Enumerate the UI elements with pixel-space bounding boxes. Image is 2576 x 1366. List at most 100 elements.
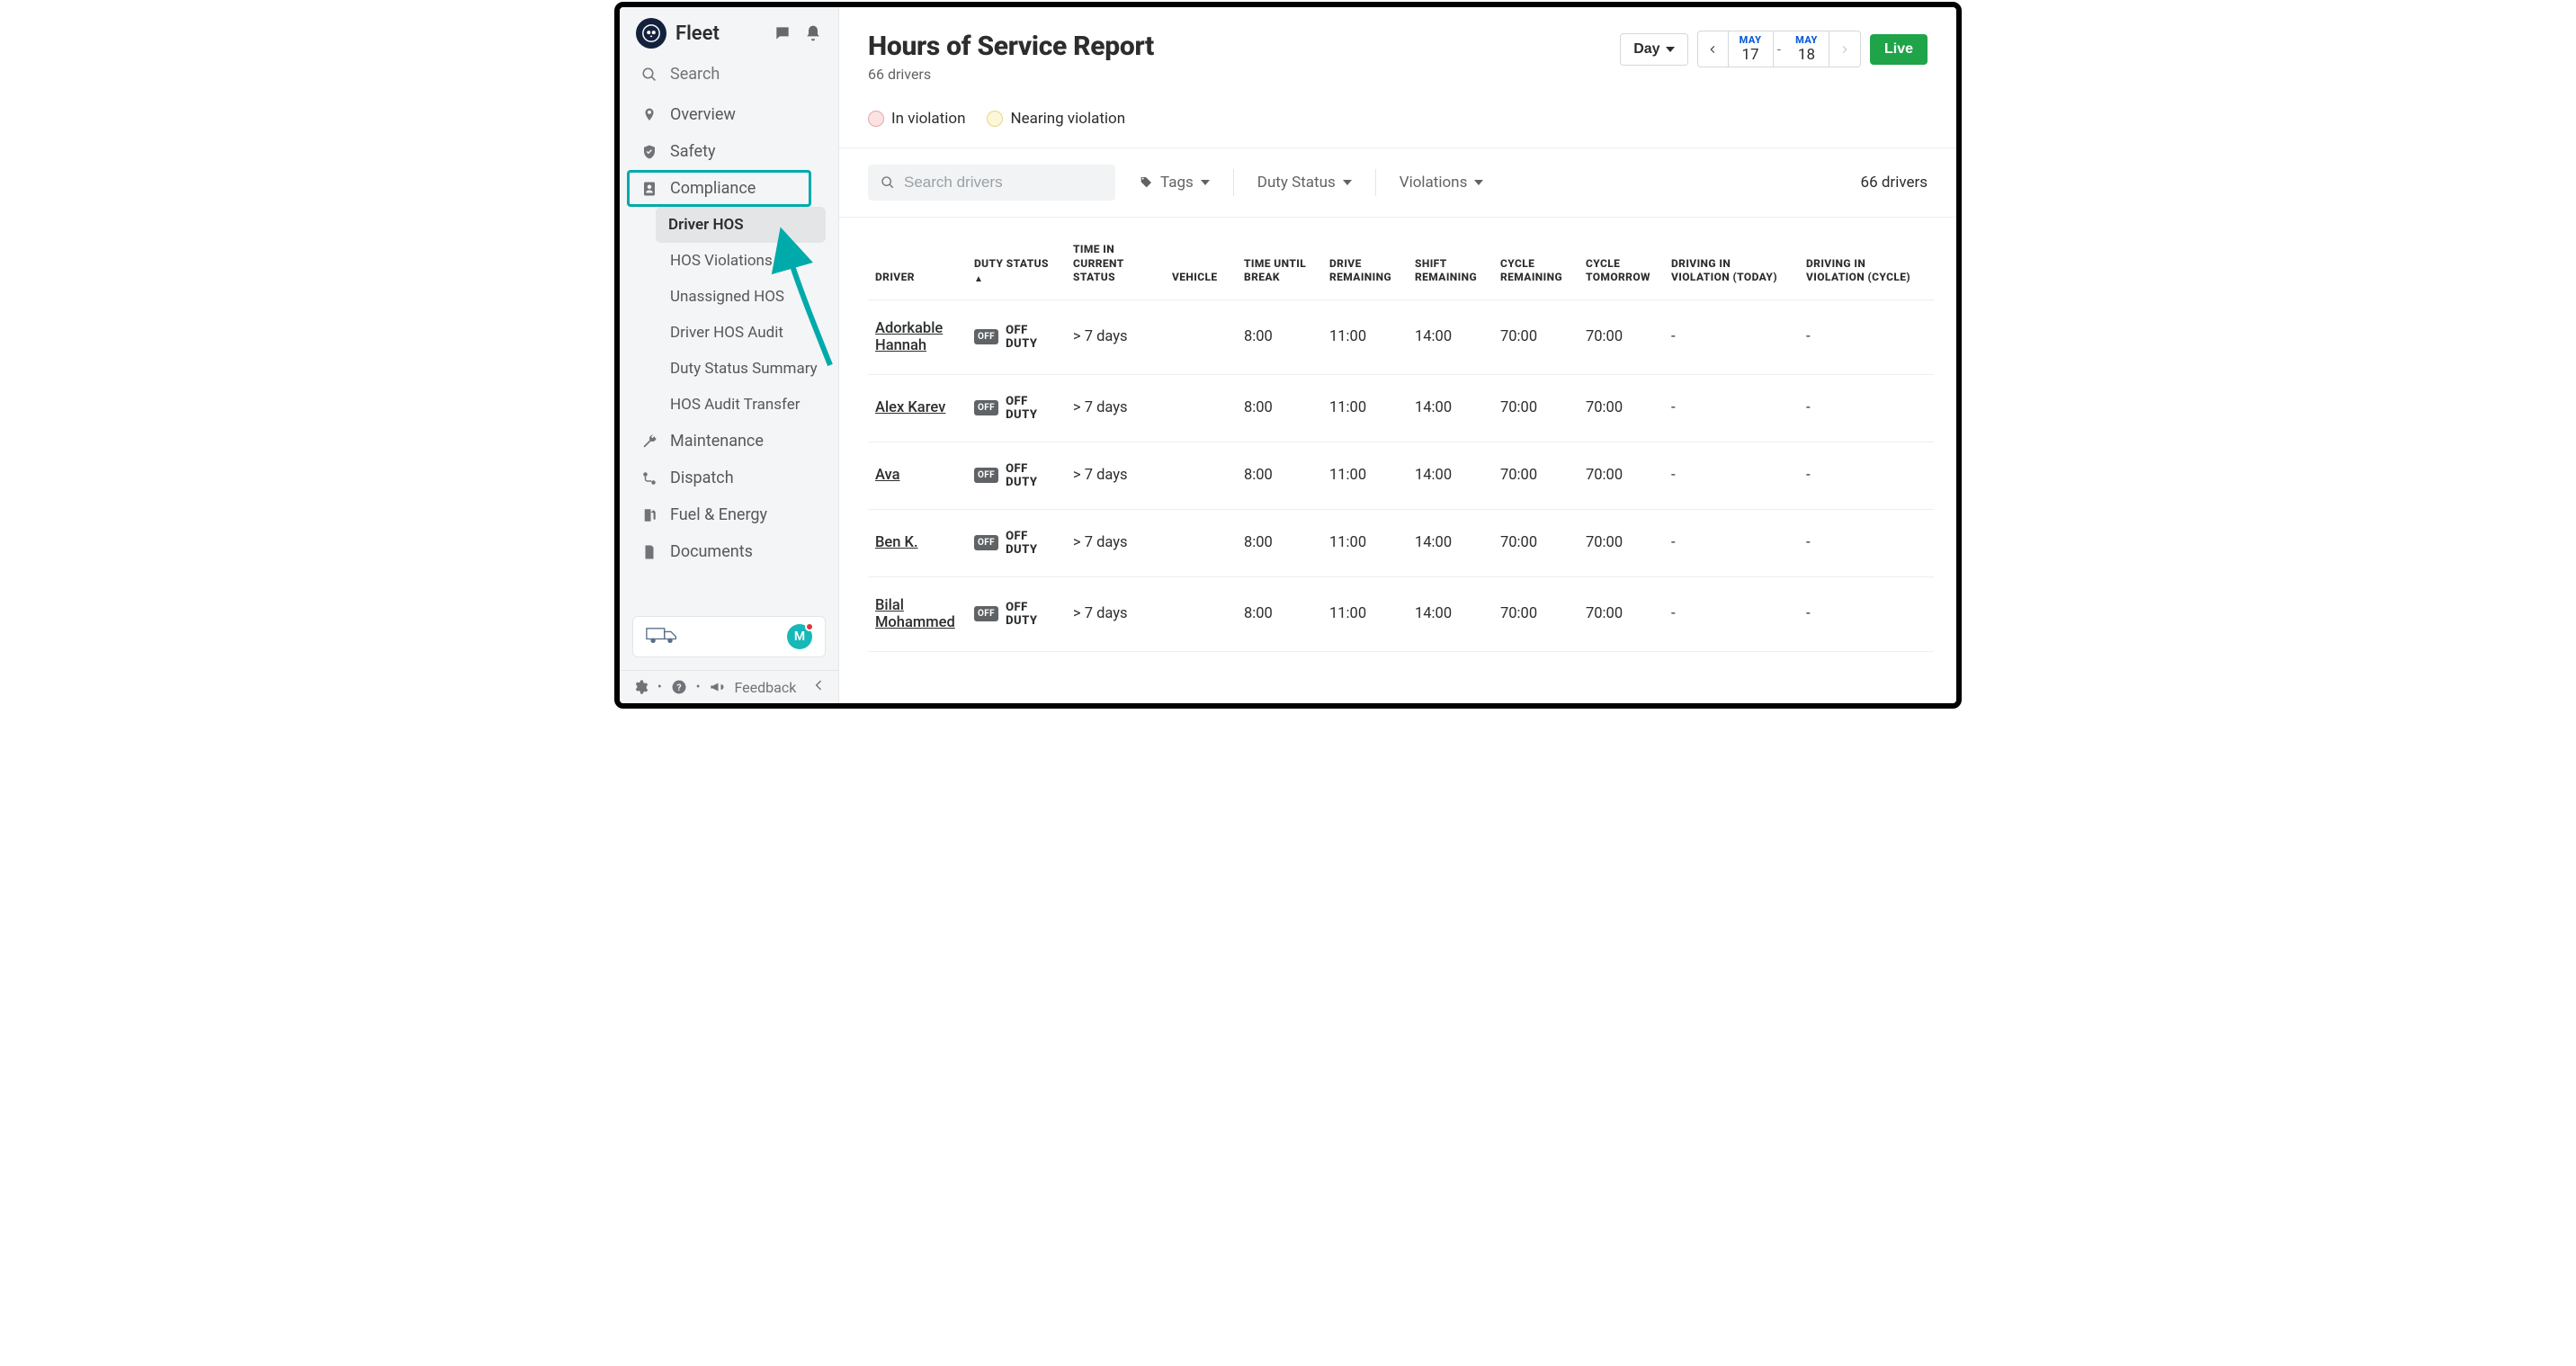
help-icon[interactable]: ? xyxy=(671,679,687,695)
cell-shift-remaining: 14:00 xyxy=(1408,299,1493,374)
duty-badge: OFF xyxy=(974,606,998,621)
cell-vehicle xyxy=(1165,576,1237,651)
date-next-button[interactable] xyxy=(1829,31,1860,67)
th-time-in-status[interactable]: TIME IN CURRENT STATUS xyxy=(1066,218,1165,299)
owl-icon xyxy=(641,23,661,43)
avatar[interactable]: M xyxy=(787,624,812,649)
table-row: Adorkable HannahOFFOFF DUTY> 7 days8:001… xyxy=(868,299,1934,374)
period-selector[interactable]: Day xyxy=(1620,33,1687,66)
sidebar-item-dispatch[interactable]: Dispatch xyxy=(620,460,838,496)
cell-driver: Bilal Mohammed xyxy=(868,576,967,651)
filter-violations[interactable]: Violations xyxy=(1400,168,1484,197)
sidebar-sub-driver-hos[interactable]: Driver HOS xyxy=(656,207,826,243)
table-row: Bilal MohammedOFFOFF DUTY> 7 days8:0011:… xyxy=(868,576,1934,651)
cell-vehicle xyxy=(1165,442,1237,509)
caret-down-icon xyxy=(1201,180,1210,185)
cell-driver: Alex Karev xyxy=(868,374,967,442)
sidebar-collapse-button[interactable] xyxy=(811,678,826,696)
cell-violation-cycle: - xyxy=(1799,576,1934,651)
live-button[interactable]: Live xyxy=(1870,34,1928,65)
cell-duty-status: OFFOFF DUTY xyxy=(967,442,1066,509)
date-to[interactable]: MAY 18 xyxy=(1784,31,1829,67)
tag-icon xyxy=(1139,175,1153,190)
sidebar-summary-widget[interactable]: M xyxy=(632,616,826,657)
cell-drive-remaining: 11:00 xyxy=(1322,299,1408,374)
cell-drive-remaining: 11:00 xyxy=(1322,509,1408,576)
main-content: Hours of Service Report 66 drivers Day M… xyxy=(839,7,1956,703)
cell-violation-cycle: - xyxy=(1799,299,1934,374)
sidebar-search-label: Search xyxy=(670,65,720,84)
cell-violation-cycle: - xyxy=(1799,374,1934,442)
cell-violation-today: - xyxy=(1664,442,1799,509)
cell-violation-today: - xyxy=(1664,299,1799,374)
driver-link[interactable]: Bilal Mohammed xyxy=(875,597,955,631)
driver-link[interactable]: Ben K. xyxy=(875,534,918,551)
cell-cycle-remaining: 70:00 xyxy=(1493,442,1579,509)
table-row: Alex KarevOFFOFF DUTY> 7 days8:0011:0014… xyxy=(868,374,1934,442)
sidebar-item-compliance[interactable]: Compliance xyxy=(627,170,811,207)
sidebar-sub-unassigned-hos[interactable]: Unassigned HOS xyxy=(620,279,838,315)
sidebar-sub-driver-hos-audit[interactable]: Driver HOS Audit xyxy=(620,315,838,351)
search-icon xyxy=(641,67,657,83)
driver-link[interactable]: Ava xyxy=(875,467,900,484)
sidebar-item-safety[interactable]: Safety xyxy=(620,133,838,170)
th-duty-status[interactable]: DUTY STATUS▲ xyxy=(967,218,1066,299)
th-shift-remaining[interactable]: SHIFT REMAINING xyxy=(1408,218,1493,299)
cell-shift-remaining: 14:00 xyxy=(1408,576,1493,651)
filter-divider xyxy=(1375,169,1376,196)
svg-text:?: ? xyxy=(676,682,681,693)
filter-bar: Tags Duty Status Violations 66 drivers xyxy=(839,148,1956,218)
feedback-label[interactable]: Feedback xyxy=(734,679,796,696)
filter-duty-status[interactable]: Duty Status xyxy=(1257,168,1352,197)
cell-cycle-remaining: 70:00 xyxy=(1493,509,1579,576)
sidebar-sub-hos-violations[interactable]: HOS Violations xyxy=(620,243,838,279)
th-time-until-break[interactable]: TIME UNTIL BREAK xyxy=(1237,218,1322,299)
cell-shift-remaining: 14:00 xyxy=(1408,509,1493,576)
th-driver[interactable]: DRIVER xyxy=(868,218,967,299)
duty-label: OFF DUTY xyxy=(1006,324,1059,351)
filter-result-count: 66 drivers xyxy=(1861,174,1928,192)
th-violation-today[interactable]: DRIVING IN VIOLATION (TODAY) xyxy=(1664,218,1799,299)
date-prev-button[interactable] xyxy=(1698,31,1729,67)
chevron-left-icon xyxy=(1707,44,1718,55)
driver-link[interactable]: Alex Karev xyxy=(875,399,945,416)
cell-cycle-tomorrow: 70:00 xyxy=(1579,442,1664,509)
legend-in-violation: In violation xyxy=(868,110,965,128)
cell-time-until-break: 8:00 xyxy=(1237,509,1322,576)
bell-icon[interactable] xyxy=(804,24,822,42)
megaphone-icon[interactable] xyxy=(709,679,725,695)
th-cycle-remaining[interactable]: CYCLE REMAINING xyxy=(1493,218,1579,299)
driver-link[interactable]: Adorkable Hannah xyxy=(875,320,943,354)
cell-shift-remaining: 14:00 xyxy=(1408,442,1493,509)
sidebar-item-fuel-energy[interactable]: Fuel & Energy xyxy=(620,496,838,533)
th-violation-cycle[interactable]: DRIVING IN VIOLATION (CYCLE) xyxy=(1799,218,1934,299)
sidebar-search[interactable]: Search xyxy=(620,56,838,96)
cell-drive-remaining: 11:00 xyxy=(1322,442,1408,509)
truck-icon xyxy=(646,624,678,649)
search-drivers-input[interactable] xyxy=(868,165,1115,201)
th-drive-remaining[interactable]: DRIVE REMAINING xyxy=(1322,218,1408,299)
sidebar-sub-duty-status-summary[interactable]: Duty Status Summary xyxy=(620,351,838,387)
product-logo[interactable] xyxy=(636,18,666,49)
cell-duty-status: OFFOFF DUTY xyxy=(967,576,1066,651)
date-from[interactable]: MAY 17 xyxy=(1729,31,1774,67)
page-title: Hours of Service Report xyxy=(868,31,1154,62)
th-vehicle[interactable]: VEHICLE xyxy=(1165,218,1237,299)
cell-violation-cycle: - xyxy=(1799,442,1934,509)
duty-label: OFF DUTY xyxy=(1006,462,1059,489)
caret-down-icon xyxy=(1343,180,1352,185)
sidebar-sub-hos-audit-transfer[interactable]: HOS Audit Transfer xyxy=(620,387,838,423)
table-row: AvaOFFOFF DUTY> 7 days8:0011:0014:0070:0… xyxy=(868,442,1934,509)
filter-tags[interactable]: Tags xyxy=(1139,168,1210,197)
product-name: Fleet xyxy=(675,22,774,45)
chat-icon[interactable] xyxy=(774,24,792,42)
cell-duty-status: OFFOFF DUTY xyxy=(967,509,1066,576)
sidebar-item-documents[interactable]: Documents xyxy=(620,533,838,570)
gear-icon[interactable] xyxy=(632,679,648,695)
th-cycle-tomorrow[interactable]: CYCLE TOMORROW xyxy=(1579,218,1664,299)
cell-vehicle xyxy=(1165,509,1237,576)
date-range-picker[interactable]: MAY 17 - MAY 18 xyxy=(1697,31,1861,67)
sidebar-item-overview[interactable]: Overview xyxy=(620,96,838,133)
sidebar-item-maintenance[interactable]: Maintenance xyxy=(620,423,838,460)
cell-duty-status: OFFOFF DUTY xyxy=(967,374,1066,442)
